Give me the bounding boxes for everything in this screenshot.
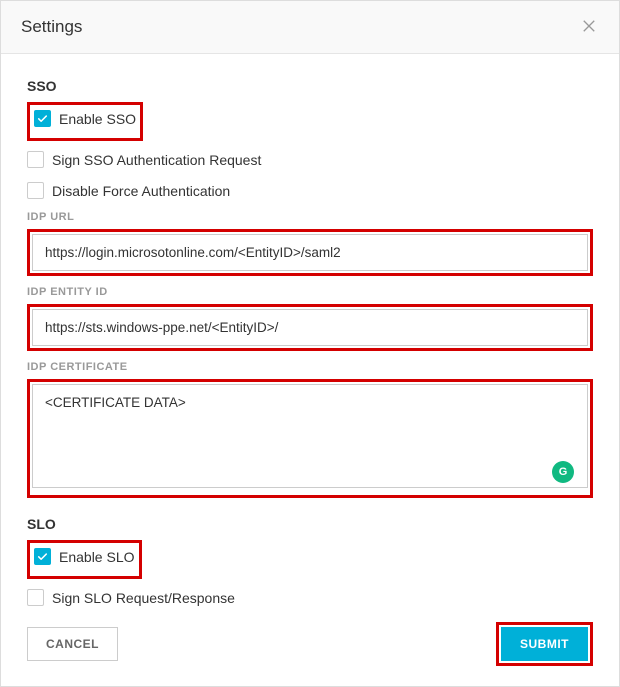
highlight-idp-url [27,229,593,276]
grammarly-icon[interactable]: G [552,461,574,483]
cancel-button[interactable]: CANCEL [27,627,118,661]
check-icon [37,551,48,562]
settings-dialog: Settings SSO Enable SSO Sign SSO Authent… [0,0,620,687]
enable-sso-checkbox[interactable] [34,110,51,127]
enable-slo-label: Enable SLO [59,549,135,565]
submit-button[interactable]: SUBMIT [501,627,588,661]
disable-force-checkbox[interactable] [27,182,44,199]
idp-url-input[interactable] [32,234,588,271]
close-icon [582,17,596,38]
idp-entity-input[interactable] [32,309,588,346]
dialog-title: Settings [21,17,82,37]
enable-slo-row: Enable SLO [34,546,135,567]
enable-sso-row: Enable SSO [34,108,136,129]
idp-cert-textarea[interactable] [32,384,588,488]
sso-heading: SSO [27,78,593,94]
sign-slo-checkbox[interactable] [27,589,44,606]
dialog-header: Settings [1,1,619,54]
idp-cert-label: IDP CERTIFICATE [27,361,593,373]
idp-url-label: IDP URL [27,211,593,223]
close-button[interactable] [579,17,599,37]
sign-slo-label: Sign SLO Request/Response [52,590,235,606]
dialog-body: SSO Enable SSO Sign SSO Authentication R… [1,54,619,606]
highlight-enable-sso: Enable SSO [27,102,143,141]
sign-sso-label: Sign SSO Authentication Request [52,152,261,168]
sign-slo-row: Sign SLO Request/Response [27,587,593,606]
highlight-submit: SUBMIT [496,622,593,666]
highlight-idp-entity [27,304,593,351]
sign-sso-checkbox[interactable] [27,151,44,168]
dialog-footer: CANCEL SUBMIT [1,606,619,686]
disable-force-label: Disable Force Authentication [52,183,230,199]
enable-sso-label: Enable SSO [59,111,136,127]
highlight-idp-cert: G [27,379,593,498]
idp-entity-label: IDP ENTITY ID [27,286,593,298]
check-icon [37,113,48,124]
highlight-enable-slo: Enable SLO [27,540,142,579]
slo-heading: SLO [27,516,593,532]
disable-force-row: Disable Force Authentication [27,180,593,201]
enable-slo-checkbox[interactable] [34,548,51,565]
sign-sso-row: Sign SSO Authentication Request [27,149,593,170]
